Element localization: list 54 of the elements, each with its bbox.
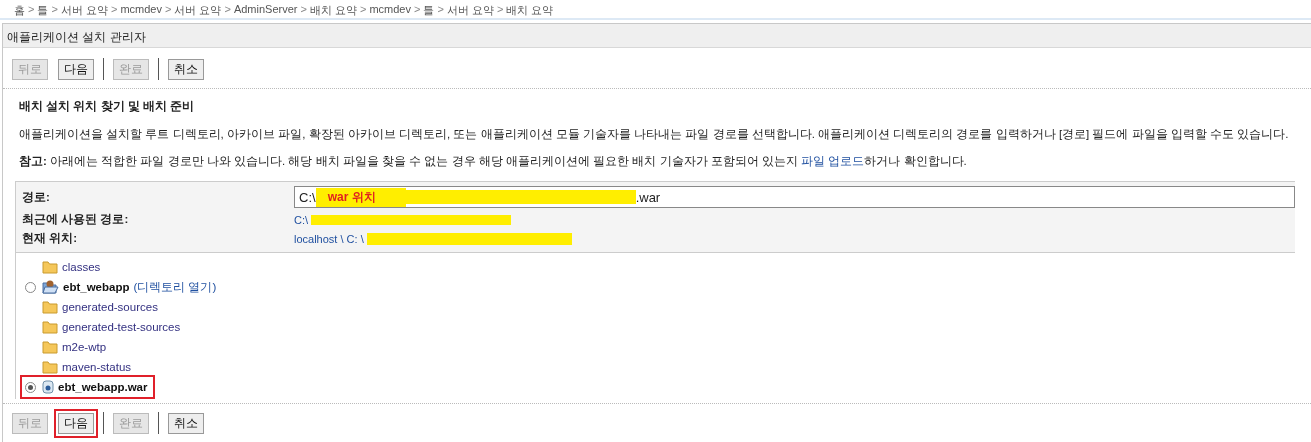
folder-icon bbox=[42, 300, 58, 314]
tree-item[interactable]: generated-test-sources bbox=[62, 321, 181, 333]
folder-icon bbox=[42, 260, 58, 274]
tree-item[interactable]: generated-sources bbox=[62, 301, 158, 313]
breadcrumb-link[interactable]: 서버 요약 bbox=[60, 3, 108, 18]
annotation-label: war 위치 bbox=[315, 187, 406, 207]
breadcrumb-separator: > bbox=[224, 3, 231, 17]
radio-button[interactable] bbox=[24, 281, 36, 293]
breadcrumb-separator: > bbox=[110, 3, 118, 17]
panel-title: 애플리케이션 설치 관리자 bbox=[3, 24, 1311, 48]
note-text: 참고: 아래에는 적합한 파일 경로만 나와 있습니다. 해당 배치 파일을 찾을 수 없는 경우 해당 애플리케이션에 필요한 배치 기술자가 포함되어 있는지 파일 업로드하거나 확인합니다. bbox=[19, 154, 968, 168]
breadcrumb-separator: > bbox=[51, 3, 58, 17]
current-location-label: 현재 위치: bbox=[22, 231, 79, 246]
breadcrumb-separator: > bbox=[300, 3, 307, 17]
folder-icon bbox=[42, 360, 58, 374]
open-directory-link[interactable]: (디렉토리 열기) bbox=[133, 279, 217, 295]
next-button[interactable]: 다음 bbox=[58, 58, 94, 80]
cancel-button[interactable]: 취소 bbox=[168, 58, 204, 80]
breadcrumb-separator: > bbox=[164, 3, 172, 17]
tree-item[interactable]: maven-status bbox=[62, 361, 132, 373]
breadcrumb-link[interactable]: 틀 bbox=[423, 3, 435, 18]
open-folder-icon bbox=[42, 280, 59, 294]
cancel-button[interactable]: 취소 bbox=[168, 412, 204, 434]
current-location-text: localhost \ C: \ bbox=[294, 232, 364, 245]
breadcrumb-link[interactable]: 서버 요약 bbox=[446, 3, 494, 18]
breadcrumb-link[interactable]: 서버 요약 bbox=[174, 3, 222, 18]
breadcrumb-separator: > bbox=[437, 3, 444, 17]
folder-icon bbox=[42, 340, 58, 354]
folder-icon bbox=[42, 320, 58, 334]
breadcrumb-link[interactable]: 틀 bbox=[37, 3, 49, 18]
upload-link[interactable]: 파일 업로드 bbox=[801, 155, 865, 167]
next-button[interactable]: 다음 bbox=[58, 412, 94, 434]
breadcrumb-link[interactable]: mcmdev bbox=[120, 3, 162, 18]
breadcrumb-separator: > bbox=[359, 3, 367, 17]
tree-item[interactable]: ebt_webapp.war bbox=[58, 381, 148, 393]
section-heading: 배치 설치 위치 찾기 및 배치 준비 bbox=[19, 99, 196, 114]
recent-path-label: 최근에 사용된 경로: bbox=[22, 212, 130, 227]
breadcrumb-separator: > bbox=[413, 3, 421, 17]
path-label: 경로: bbox=[22, 189, 51, 205]
description-text: 애플리케이션을 설치할 루트 디렉토리, 아카이브 파일, 확장된 아카이브 디렉토리, 또는 애플리케이션 모듈 기술자를 나타내는 파일 경로를 선택합니다. 애플리케이션 디렉토리의 경로를 입력하거나 [경로] 필드에 파일을 입력할 수도 있습니다. bbox=[19, 127, 1290, 141]
breadcrumb-link[interactable]: 배치 요약 bbox=[506, 3, 554, 18]
breadcrumb-link[interactable]: 배치 요약 bbox=[309, 3, 357, 18]
radio-button[interactable] bbox=[24, 381, 36, 393]
recent-path-link[interactable]: C:\ bbox=[294, 213, 309, 226]
jar-icon bbox=[42, 380, 54, 394]
breadcrumb-link[interactable]: mcmdev bbox=[369, 3, 411, 18]
tree-item[interactable]: classes bbox=[62, 261, 101, 273]
tree-item[interactable]: m2e-wtp bbox=[62, 341, 107, 353]
tree-item[interactable]: ebt_webapp bbox=[63, 281, 130, 293]
path-field[interactable]: C:\ war 위치 .war bbox=[294, 186, 1295, 208]
breadcrumb-link[interactable]: 홈 bbox=[14, 3, 25, 18]
breadcrumb-link[interactable]: AdminServer bbox=[233, 3, 298, 18]
breadcrumb-separator: > bbox=[496, 3, 504, 17]
breadcrumb-separator: > bbox=[28, 3, 35, 17]
